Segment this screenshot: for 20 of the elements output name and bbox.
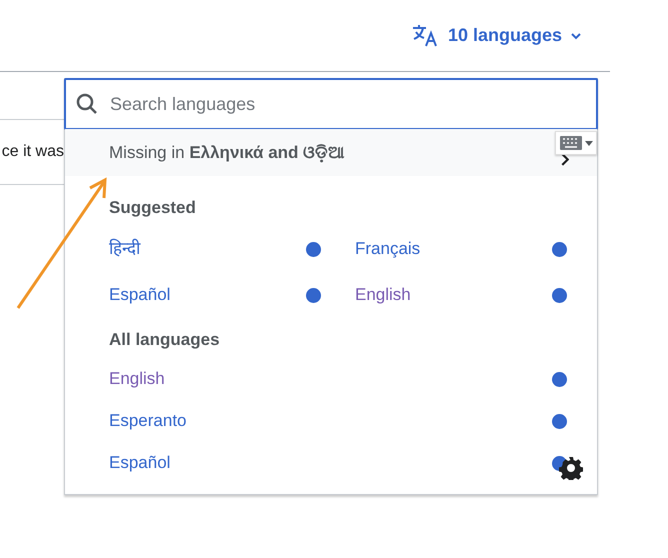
language-link[interactable]: English	[355, 282, 411, 308]
language-link[interactable]: Español	[109, 282, 170, 308]
keyboard-icon	[560, 136, 582, 150]
translate-icon	[412, 24, 440, 48]
chevron-down-icon	[570, 32, 582, 40]
language-button[interactable]: 10 languages	[412, 22, 582, 49]
language-link[interactable]: हिन्दी	[109, 236, 140, 262]
chevron-right-icon	[561, 153, 569, 166]
language-link[interactable]: English	[109, 366, 165, 392]
section-heading: Suggested	[109, 197, 196, 220]
search-icon	[76, 93, 98, 115]
language-link[interactable]: Esperanto	[109, 408, 186, 434]
caret-icon	[584, 140, 592, 146]
language-link[interactable]: Español	[109, 450, 170, 476]
page-text: ce it was	[2, 142, 64, 162]
search-field[interactable]: Search languages	[64, 78, 598, 130]
section-heading: All languages	[109, 329, 220, 352]
language-link[interactable]: Français	[355, 236, 420, 262]
settings-icon	[559, 456, 583, 480]
keyboard-button[interactable]	[555, 131, 597, 155]
